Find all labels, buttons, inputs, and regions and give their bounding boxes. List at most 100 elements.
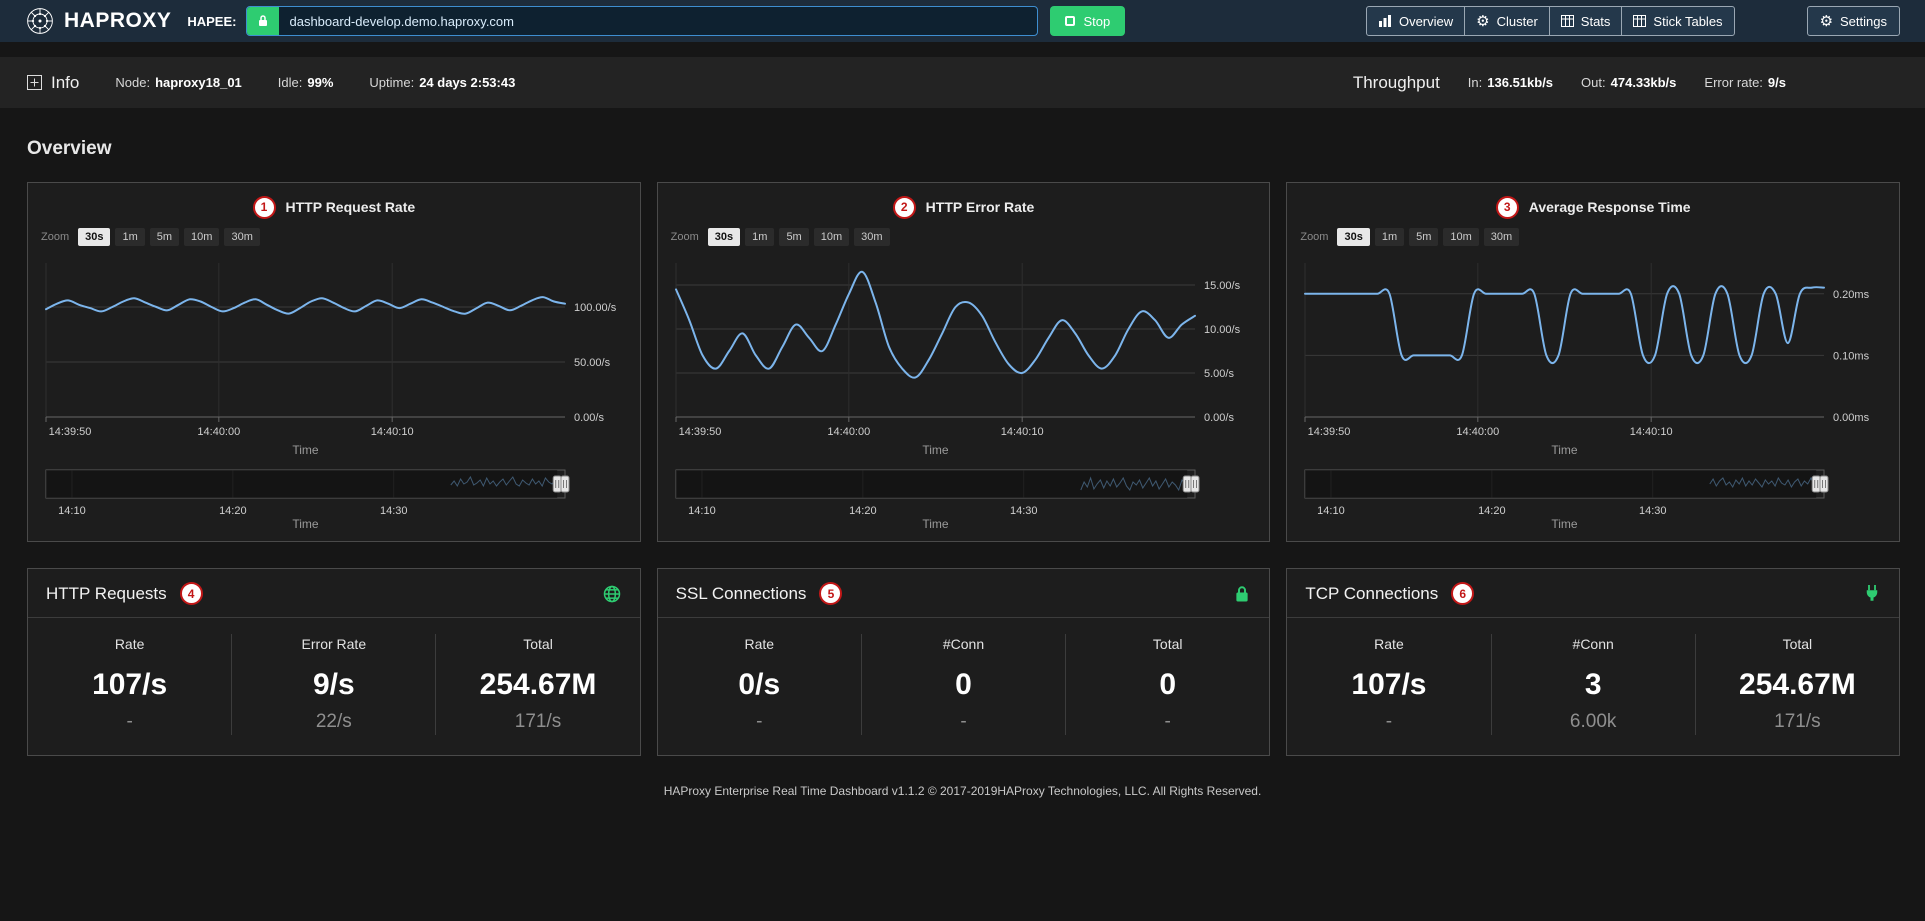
stat-col-sub: -	[28, 711, 231, 733]
stat-panel-body: Rate 0/s - #Conn 0 - Total 0 -	[658, 618, 1270, 755]
stat-col-label: Total	[1066, 636, 1269, 652]
globe-icon	[602, 584, 622, 604]
stat-col-value: 254.67M	[436, 668, 639, 702]
svg-text:14:20: 14:20	[1478, 505, 1506, 517]
zoom-button-10m[interactable]: 10m	[1443, 228, 1478, 246]
stat-col-error-rate: Error Rate 9/s 22/s	[232, 634, 436, 735]
nav-button-label: Overview	[1399, 14, 1453, 29]
lock-icon	[257, 14, 269, 28]
info-title[interactable]: Info	[27, 73, 79, 93]
chart-panel-http-error-rate: 2 HTTP Error Rate Zoom 30s 1m 5m 10m 30m…	[657, 182, 1271, 542]
http-error-rate-navigator[interactable]: 14:1014:2014:30Time	[668, 466, 1259, 532]
stat-col-label: Rate	[658, 636, 861, 652]
gears-icon: ⚙	[1476, 14, 1489, 29]
svg-text:0.10ms: 0.10ms	[1833, 350, 1870, 362]
nav-button-label: Stats	[1581, 14, 1611, 29]
haproxy-brand: HAPROXY	[25, 6, 171, 36]
url-input-group	[246, 6, 1038, 36]
stat-col-value: 0	[1066, 668, 1269, 702]
zoom-button-1m[interactable]: 1m	[115, 228, 144, 246]
error-rate-label: Error rate:	[1704, 75, 1763, 90]
zoom-button-30s[interactable]: 30s	[708, 228, 740, 246]
in-value: 136.51kb/s	[1487, 75, 1553, 90]
page-title: Overview	[27, 138, 1925, 160]
idle-value: 99%	[307, 75, 333, 90]
svg-text:Time: Time	[292, 517, 319, 531]
stat-panel-title: SSL Connections	[676, 584, 807, 604]
stat-col-sub: 171/s	[436, 711, 639, 733]
expand-plus-icon	[27, 75, 42, 90]
chart-title-row: 3 Average Response Time	[1297, 191, 1889, 223]
svg-text:14:40:10: 14:40:10	[1000, 426, 1043, 438]
nav-button-label: Cluster	[1497, 14, 1538, 29]
zoom-button-1m[interactable]: 1m	[1375, 228, 1404, 246]
svg-text:14:20: 14:20	[219, 505, 247, 517]
node-field: Node:haproxy18_01	[115, 75, 241, 90]
svg-text:Time: Time	[1552, 517, 1579, 531]
stat-col-total: Total 0 -	[1066, 634, 1269, 735]
nav-button-stick-tables[interactable]: Stick Tables	[1621, 6, 1734, 36]
dashboard-url-input[interactable]	[279, 7, 1037, 35]
stop-button-label: Stop	[1083, 14, 1110, 29]
stat-col-value: 0/s	[658, 668, 861, 702]
throughput-in-field: In:136.51kb/s	[1468, 75, 1553, 90]
zoom-button-30s[interactable]: 30s	[1337, 228, 1369, 246]
stat-col-rate: Rate 107/s -	[28, 634, 232, 735]
info-left-group: Info Node:haproxy18_01 Idle:99% Uptime:2…	[27, 73, 515, 93]
zoom-button-5m[interactable]: 5m	[779, 228, 808, 246]
node-value: haproxy18_01	[155, 75, 242, 90]
zoom-button-30m[interactable]: 30m	[1484, 228, 1519, 246]
lock-addon	[247, 7, 279, 35]
zoom-button-10m[interactable]: 10m	[814, 228, 849, 246]
stat-col-value: 254.67M	[1696, 668, 1899, 702]
stat-col-label: Total	[1696, 636, 1899, 652]
charts-row: 1 HTTP Request Rate Zoom 30s 1m 5m 10m 3…	[27, 182, 1900, 542]
main-nav-group: Overview ⚙ Cluster Stats Stick Tables	[1366, 6, 1735, 36]
stat-col-value: 107/s	[1287, 668, 1490, 702]
svg-text:Time: Time	[292, 443, 319, 457]
settings-button[interactable]: ⚙ Settings	[1807, 6, 1900, 36]
average-response-time-navigator[interactable]: 14:10 14:20 14:30 Time	[1297, 466, 1888, 532]
chart-title: Average Response Time	[1529, 199, 1691, 215]
stat-col-sub: -	[1066, 711, 1269, 733]
stop-icon	[1065, 16, 1075, 26]
nav-button-overview[interactable]: Overview	[1366, 6, 1465, 36]
svg-text:14:20: 14:20	[849, 505, 877, 517]
svg-text:14:40:00: 14:40:00	[197, 426, 240, 438]
svg-text:14:30: 14:30	[380, 505, 408, 517]
stat-col-value: 107/s	[28, 668, 231, 702]
chart-title: HTTP Request Rate	[286, 199, 416, 215]
throughput-out-field: Out:474.33kb/s	[1581, 75, 1676, 90]
stat-panel-header: TCP Connections 6	[1287, 569, 1899, 618]
zoom-button-30s[interactable]: 30s	[78, 228, 110, 246]
stat-col-sub: 171/s	[1696, 711, 1899, 733]
stat-col-sub: 6.00k	[1492, 711, 1695, 733]
zoom-button-1m[interactable]: 1m	[745, 228, 774, 246]
http-request-rate-navigator[interactable]: 14:1014:2014:30Time	[38, 466, 629, 532]
stat-col-conn: #Conn 0 -	[862, 634, 1066, 735]
svg-text:14:30: 14:30	[1639, 505, 1667, 517]
svg-text:5.00/s: 5.00/s	[1204, 368, 1234, 380]
svg-text:0.00/s: 0.00/s	[1204, 412, 1234, 424]
stat-col-label: Error Rate	[232, 636, 435, 652]
nav-button-cluster[interactable]: ⚙ Cluster	[1464, 6, 1550, 36]
average-response-time-chart: 0.00ms0.10ms0.20ms14:39:5014:40:0014:40:…	[1297, 251, 1888, 461]
stat-panel-title: TCP Connections	[1305, 584, 1438, 604]
zoom-button-5m[interactable]: 5m	[1409, 228, 1438, 246]
zoom-button-5m[interactable]: 5m	[150, 228, 179, 246]
zoom-button-10m[interactable]: 10m	[184, 228, 219, 246]
zoom-button-30m[interactable]: 30m	[224, 228, 259, 246]
svg-text:Time: Time	[922, 517, 949, 531]
svg-text:14:30: 14:30	[1010, 505, 1038, 517]
table-icon	[1561, 15, 1574, 27]
stat-col-value: 3	[1492, 668, 1695, 702]
nav-button-stats[interactable]: Stats	[1549, 6, 1623, 36]
stop-button[interactable]: Stop	[1050, 6, 1125, 36]
svg-text:14:10: 14:10	[1318, 505, 1346, 517]
zoom-label: Zoom	[1300, 231, 1328, 243]
zoom-button-30m[interactable]: 30m	[854, 228, 889, 246]
stat-col-rate: Rate 0/s -	[658, 634, 862, 735]
zoom-selector: Zoom 30s 1m 5m 10m 30m	[38, 223, 630, 251]
stat-col-label: #Conn	[862, 636, 1065, 652]
bar-chart-icon	[1378, 15, 1392, 27]
